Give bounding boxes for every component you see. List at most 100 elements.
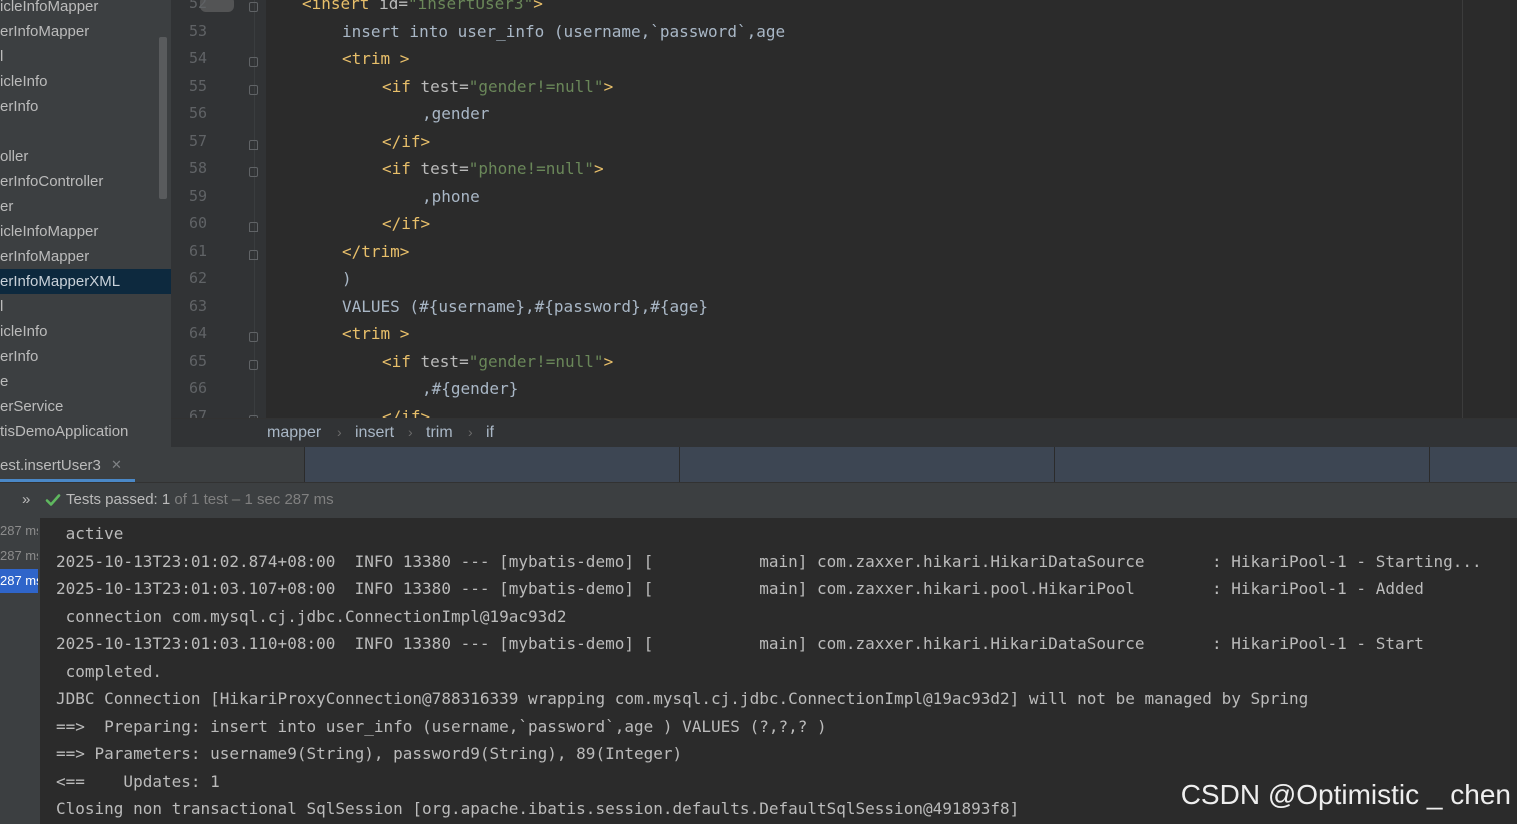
code-line: <trim > (342, 324, 409, 343)
line-number: 64 (188, 324, 207, 342)
code-line: </if> (382, 132, 430, 151)
code-token: <if (382, 159, 421, 178)
console-line: <== Updates: 1 (56, 771, 220, 791)
test-status-bar: » Tests passed: 1 of 1 test – 1 sec 287 … (0, 482, 1517, 519)
console-line: 2025-10-13T23:01:02.874+08:00 INFO 13380… (56, 551, 1482, 571)
tab-insert-user3[interactable]: est.insertUser3 ✕ (0, 447, 135, 482)
test-result-row[interactable]: 287 ms (0, 519, 38, 543)
chevron-right-icon: › (337, 424, 342, 440)
breadcrumb-item-insert[interactable]: insert (355, 424, 394, 442)
console-line: 2025-10-13T23:01:03.107+08:00 INFO 13380… (56, 579, 1424, 598)
code-editor[interactable]: 52 53 54 55 56 57 58 59 60 61 62 63 64 65 66 67 <insert… (171, 0, 1517, 418)
expand-toolbar-button[interactable]: » (22, 491, 30, 508)
breadcrumb-item-trim[interactable]: trim (426, 424, 453, 442)
fold-start-icon[interactable] (249, 359, 258, 370)
project-tree-item[interactable]: erInfoMapper (0, 19, 171, 44)
code-token: <trim > (342, 49, 410, 68)
project-tree-item[interactable]: erInfoMapper (0, 244, 171, 269)
tests-duration: of 1 test – 1 sec 287 ms (170, 491, 334, 508)
console-line: active (56, 524, 124, 543)
code-token: ) (342, 269, 352, 288)
project-tree-item[interactable]: icleInfoMapper (0, 219, 171, 244)
project-tree-item[interactable]: l (0, 294, 171, 319)
fold-end-icon[interactable] (249, 249, 258, 260)
project-tree-item[interactable]: oller (0, 144, 171, 169)
code-token: ,gender (422, 104, 490, 123)
code-line: </trim> (342, 242, 409, 261)
code-token: > (603, 351, 614, 371)
project-tree-item[interactable] (0, 119, 171, 144)
code-token: <if (382, 76, 421, 96)
tests-passed-summary: Tests passed: 1 of 1 test – 1 sec 287 ms (66, 491, 334, 508)
project-tree-item[interactable]: er (0, 194, 171, 219)
code-token: "insertUser3" (407, 0, 534, 13)
code-token: <insert (302, 0, 380, 13)
line-number: 67 (188, 406, 207, 419)
project-tree-panel: icleInfoMapper erInfoMapper l icleInfo erInf… (0, 0, 171, 447)
project-tree-item[interactable]: l (0, 44, 171, 69)
fold-start-icon[interactable] (249, 167, 258, 177)
test-result-row[interactable]: 287 ms (0, 544, 38, 568)
project-tree-item[interactable]: icleInfo (0, 69, 171, 94)
test-results-tree: 287 ms287 ms287 ms (0, 518, 40, 824)
breadcrumb-item-mapper[interactable]: mapper (267, 424, 321, 442)
console-line: ==> Parameters: username9(String), passw… (56, 744, 683, 763)
project-tree-item[interactable]: icleInfo (0, 319, 171, 344)
code-token: </trim> (342, 241, 410, 261)
project-tree-item[interactable]: icleInfoMapper (0, 0, 171, 19)
console-line: ==> Preparing: insert into user_info (us… (56, 716, 827, 736)
project-tree-item[interactable]: erInfoMapperXML (0, 269, 171, 294)
right-margin-guide (1462, 0, 1463, 418)
project-tree-scrollbar[interactable] (159, 37, 167, 199)
line-number: 66 (188, 379, 207, 397)
project-tree-item[interactable]: tisDemoApplication (0, 419, 171, 444)
code-token: </if> (382, 131, 431, 151)
test-result-row[interactable]: 287 ms (0, 569, 38, 593)
line-number: 63 (188, 296, 207, 315)
code-line: <if test="gender!=null"> (382, 77, 613, 96)
project-tree-item[interactable]: e (0, 369, 171, 394)
tests-passed-label: Tests passed: (66, 491, 162, 508)
code-token: VALUES (#{username},#{password},#{age} (342, 296, 709, 316)
breadcrumb: mapper › insert › trim › if (171, 418, 1517, 448)
close-icon[interactable]: ✕ (111, 457, 122, 473)
line-number: 65 (188, 351, 207, 370)
tab-divider (1054, 447, 1055, 482)
project-tree-item[interactable]: erService (0, 394, 171, 419)
tab-bar-segment (1430, 447, 1517, 482)
code-token: <if (382, 351, 421, 371)
code-line: </if> (382, 214, 430, 233)
line-number: 56 (188, 104, 207, 122)
code-token: insert into user_info (username,`passwor… (342, 21, 786, 41)
fold-end-icon[interactable] (249, 222, 258, 232)
console-line: connection com.mysql.cj.jdbc.ConnectionI… (56, 606, 567, 626)
code-token: ,phone (422, 186, 480, 206)
line-number: 59 (188, 186, 207, 205)
code-line: <trim > (342, 49, 409, 68)
code-line: <if test="phone!=null"> (382, 159, 604, 178)
code-token: > (603, 76, 614, 96)
code-token: ,#{gender} (422, 379, 519, 398)
code-token: id= (379, 0, 408, 13)
code-token: <trim > (342, 324, 410, 343)
project-tree-item[interactable]: erInfo (0, 94, 171, 119)
line-number: 55 (188, 76, 207, 95)
project-tree-item[interactable]: erInfoController (0, 169, 171, 194)
code-line: insert into user_info (username,`passwor… (342, 22, 785, 41)
project-tree-item[interactable]: erInfo (0, 344, 171, 369)
fold-start-icon[interactable] (249, 57, 258, 67)
code-token: > (593, 159, 604, 178)
console-line: completed. (56, 661, 162, 681)
tab-bar-segment (680, 447, 1054, 482)
line-number: 53 (188, 21, 207, 40)
fold-start-icon[interactable] (249, 332, 258, 342)
fold-end-icon[interactable] (249, 139, 258, 150)
fold-start-icon[interactable] (249, 84, 258, 95)
tab-bar-segment (304, 447, 679, 482)
fold-start-icon[interactable] (249, 2, 258, 12)
breadcrumb-item-if[interactable]: if (486, 424, 494, 442)
line-number: 60 (188, 214, 207, 232)
code-token: </if> (382, 214, 431, 233)
line-number: 62 (188, 269, 207, 287)
tab-divider (679, 447, 680, 482)
